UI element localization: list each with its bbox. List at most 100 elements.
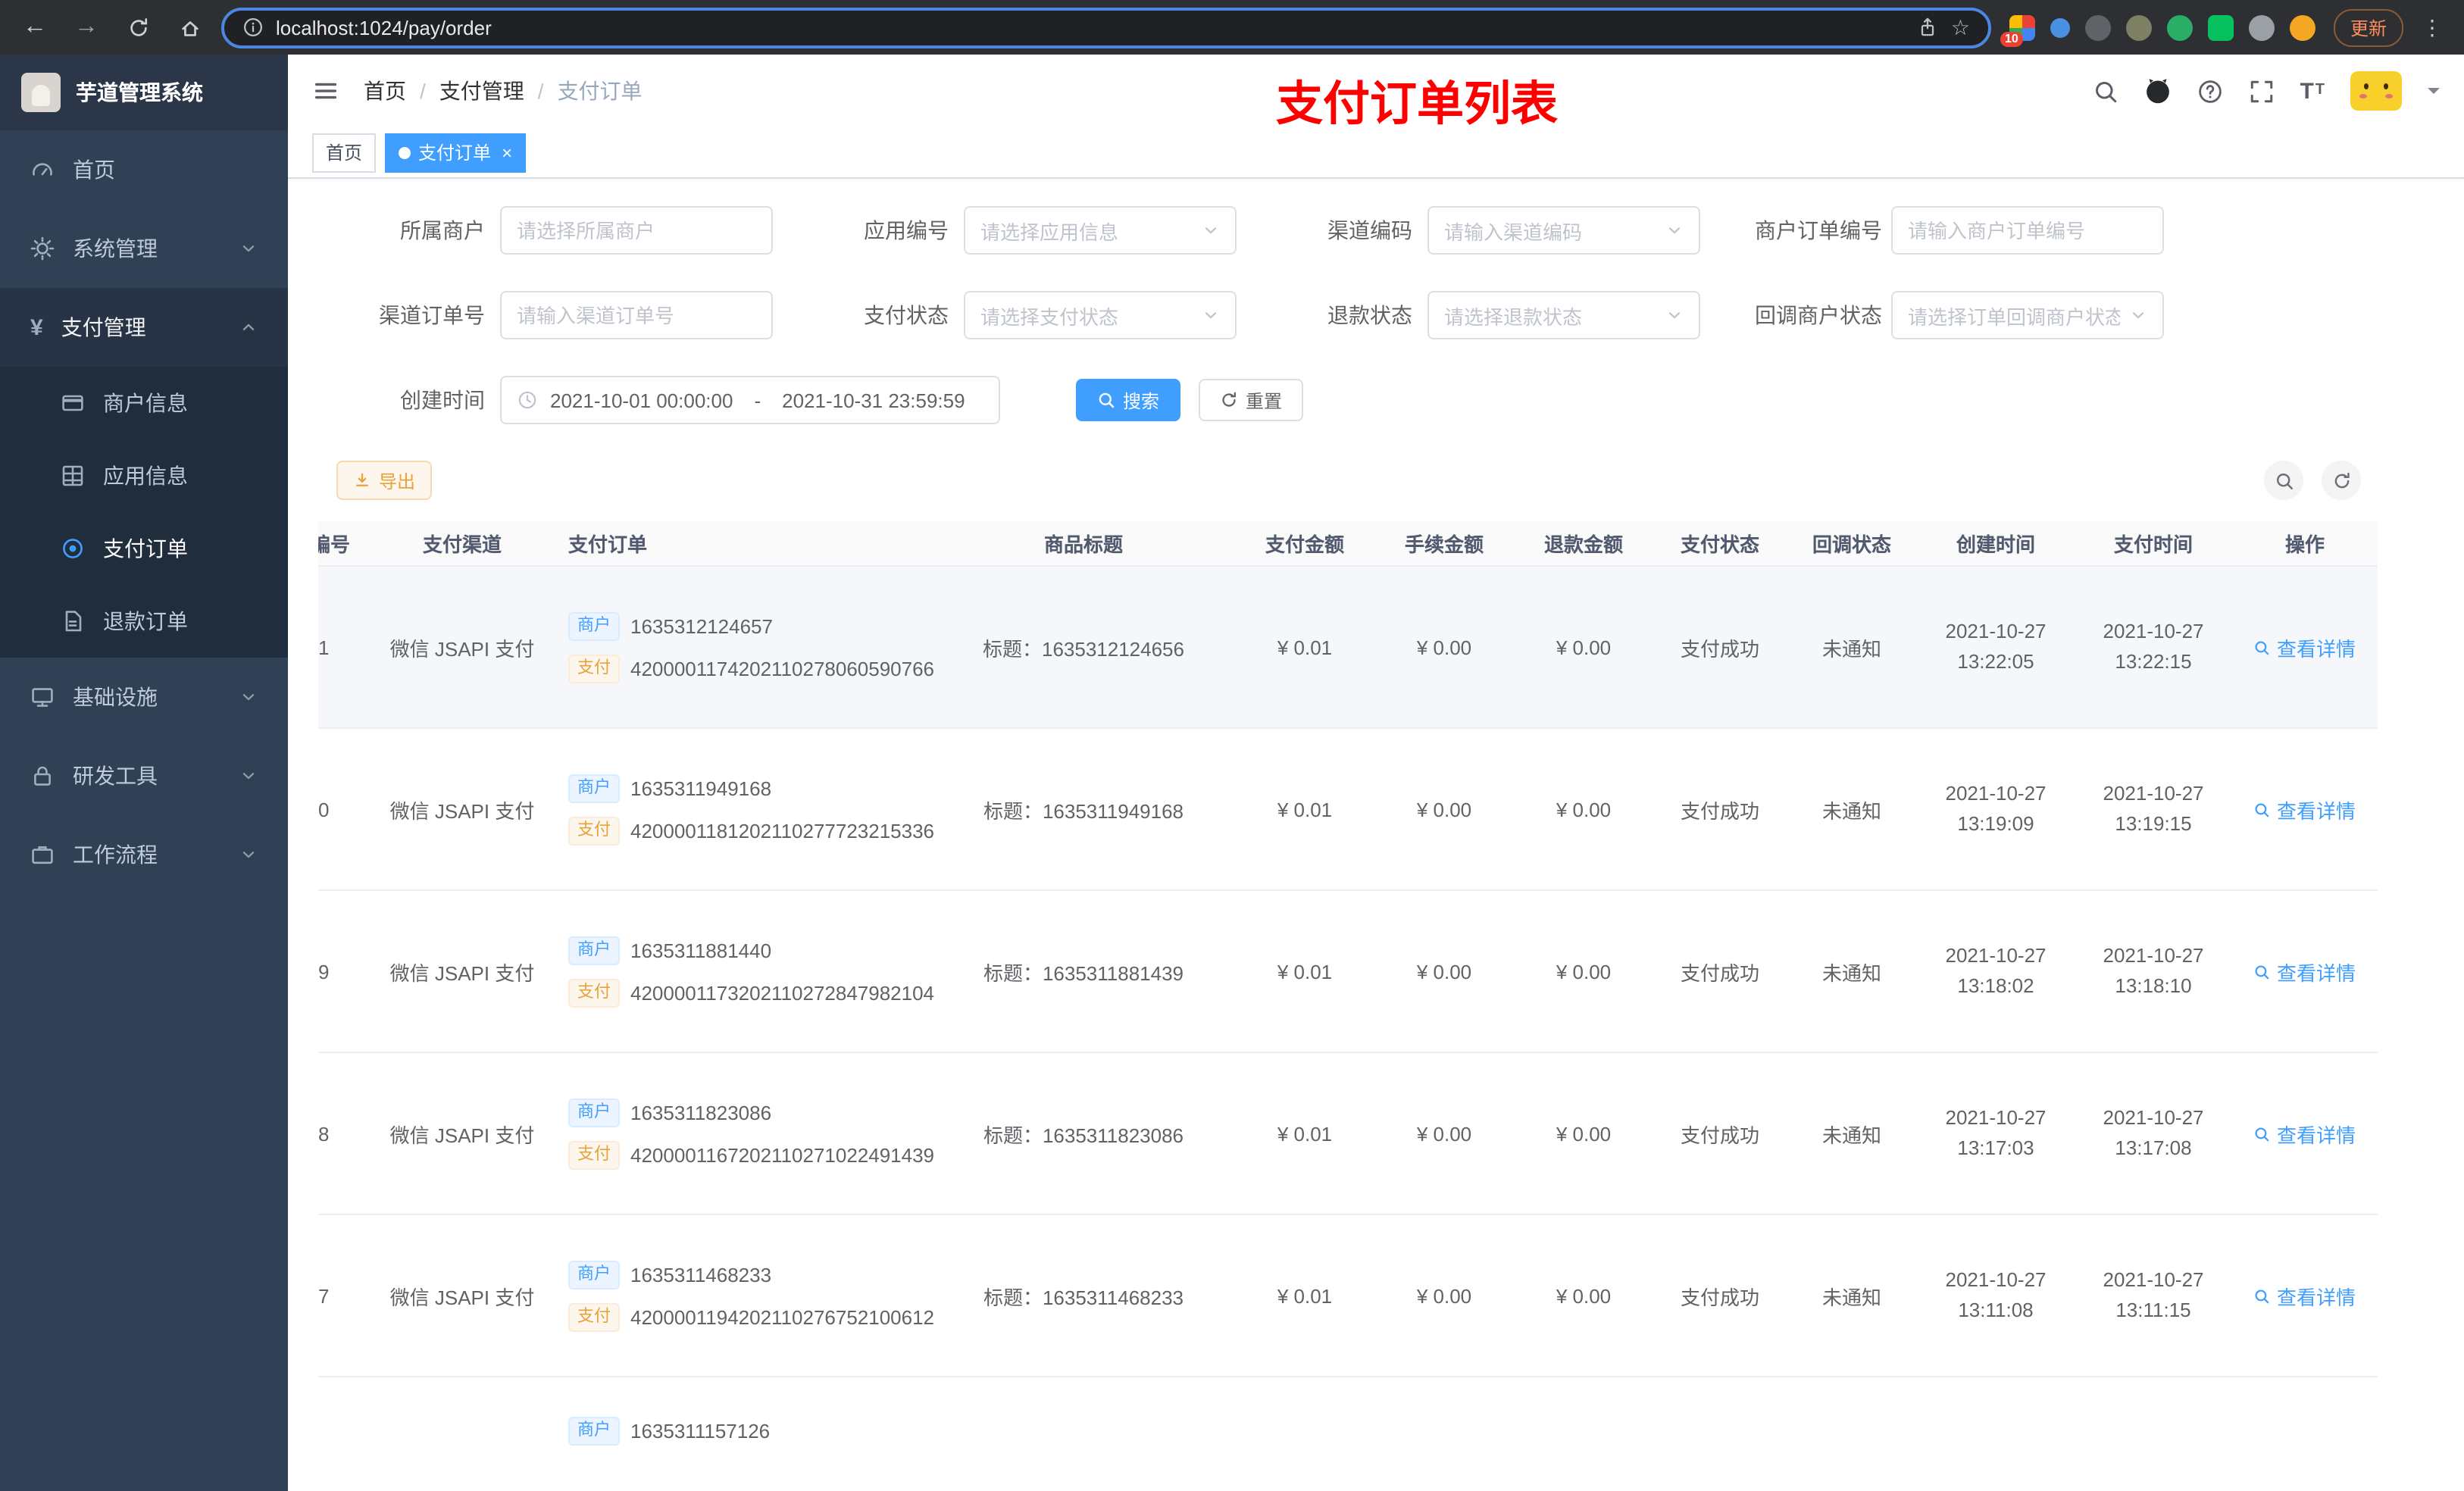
browser-home-icon[interactable] (170, 8, 209, 47)
sidebar-item-infrastructure[interactable]: 基础设施 (0, 658, 288, 736)
cell-channel: 微信 JSAPI 支付 (389, 799, 535, 822)
reset-button[interactable]: 重置 (1199, 379, 1304, 421)
table-row[interactable]: 21 微信 JSAPI 支付 商户 1635312124657 支付 4200001… (318, 567, 2378, 729)
cell-id: 20 (318, 798, 330, 821)
github-icon[interactable] (2143, 77, 2171, 105)
sidebar-toggle-icon[interactable] (312, 77, 339, 105)
col-header: 支付渠道 (422, 533, 502, 556)
view-detail-link[interactable]: 查看详情 (2254, 795, 2356, 824)
sidebar-item-pay-mgmt[interactable]: ¥ 支付管理 (0, 288, 288, 367)
view-detail-link[interactable]: 查看详情 (2254, 1281, 2356, 1310)
credit-card-icon (61, 391, 85, 415)
fullscreen-icon[interactable] (2248, 78, 2274, 104)
pay-status-select[interactable]: 请选择支付状态 (964, 291, 1237, 339)
breadcrumb-pay-mgmt[interactable]: 支付管理 (439, 76, 524, 106)
filter-callback-status: 回调商户状态 请选择订单回调商户状态 (1755, 291, 2164, 339)
avatar[interactable] (2350, 71, 2402, 111)
tag-close-icon[interactable]: × (502, 142, 512, 163)
monitor-icon (30, 685, 55, 709)
cell-fee: ¥ 0.00 (1416, 636, 1472, 658)
breadcrumb-home[interactable]: 首页 (364, 76, 406, 106)
sidebar-item-pay-order[interactable]: 支付订单 (0, 512, 288, 585)
extension-icon-blue[interactable] (2050, 17, 2070, 37)
filter-refund-status: 退款状态 请选择退款状态 (1291, 291, 1700, 339)
cell-fee: ¥ 0.00 (1416, 1284, 1472, 1307)
cell-refund: ¥ 0.00 (1556, 960, 1612, 983)
table-row[interactable]: 17 微信 JSAPI 支付 商户 1635311468233 支付 4200001… (318, 1215, 2378, 1377)
pay-tag: 支付 (568, 978, 620, 1007)
cell-notify: 未通知 (1821, 1124, 1881, 1146)
toggle-search-icon[interactable] (2264, 461, 2303, 500)
view-detail-link[interactable]: 查看详情 (2254, 957, 2356, 986)
table-row[interactable]: 商户 1635311157126 (318, 1377, 2378, 1491)
share-icon[interactable] (1918, 17, 1939, 38)
cell-amount: ¥ 0.01 (1277, 1284, 1333, 1307)
view-detail-link[interactable]: 查看详情 (2254, 1119, 2356, 1148)
channel-order-no-input[interactable] (517, 304, 756, 327)
filter-merchant: 所属商户 (364, 206, 773, 255)
cell-action: 查看详情 (2232, 957, 2378, 986)
merchant-input[interactable] (517, 219, 756, 242)
pay-tag: 支付 (568, 1302, 620, 1331)
browser-forward-icon[interactable]: → (67, 8, 106, 47)
cell-title: 标题：1635311881439 (983, 961, 1184, 984)
avatar-dropdown-caret-icon[interactable] (2428, 88, 2440, 100)
refresh-table-icon[interactable] (2322, 461, 2361, 500)
search-button[interactable]: 搜索 (1076, 379, 1181, 421)
merchant-tag: 商户 (568, 1260, 620, 1289)
callback-status-select[interactable]: 请选择订单回调商户状态 (1891, 291, 2164, 339)
font-size-icon[interactable]: TT (2300, 80, 2325, 102)
sidebar-item-home[interactable]: 首页 (0, 130, 288, 209)
extension-icon-olive[interactable] (2125, 14, 2152, 40)
cell-pay-time: 2021-10-27 13:17:08 (2103, 1106, 2204, 1159)
address-bar[interactable]: localhost:1024/pay/order ☆ (221, 7, 1991, 48)
merchant-order-no-input[interactable] (1908, 219, 2147, 242)
cell-action: 查看详情 (2232, 633, 2378, 661)
cell-amount: ¥ 0.01 (1277, 1122, 1333, 1145)
profile-emoji-icon[interactable] (2289, 14, 2315, 40)
view-detail-link[interactable]: 查看详情 (2254, 633, 2356, 661)
sidebar-item-workflow[interactable]: 工作流程 (0, 815, 288, 894)
merchant-tag: 商户 (568, 936, 620, 964)
sidebar-item-refund-order[interactable]: 退款订单 (0, 585, 288, 658)
tag-home[interactable]: 首页 (312, 133, 377, 172)
extension-icon-green-check[interactable] (2166, 14, 2193, 40)
chevron-down-icon (2129, 306, 2147, 324)
extensions-puzzle-icon[interactable] (2248, 14, 2275, 40)
cell-status: 支付成功 (1680, 1286, 1759, 1308)
sidebar-item-merchant-info[interactable]: 商户信息 (0, 367, 288, 439)
app-logo-row[interactable]: 芋道管理系统 (0, 55, 288, 130)
pay-order-no: 4200001194202110276752100612 (630, 1305, 935, 1328)
browser-refresh-icon[interactable] (118, 8, 158, 47)
table-row[interactable]: 19 微信 JSAPI 支付 商户 1635311881440 支付 4200001… (318, 891, 2378, 1053)
tag-pay-order[interactable]: 支付订单 × (385, 133, 527, 172)
cell-pay-order: 商户 1635312124657 支付 4200001174202110278060… (553, 611, 934, 683)
refund-status-select[interactable]: 请选择退款状态 (1427, 291, 1700, 339)
cell-pay-time: 2021-10-27 13:22:15 (2103, 620, 2204, 673)
bookmark-star-icon[interactable]: ☆ (1951, 14, 1970, 40)
chrome-update-button[interactable]: 更新 (2333, 8, 2403, 46)
table-row[interactable]: 18 微信 JSAPI 支付 商户 1635311823086 支付 4200001… (318, 1053, 2378, 1215)
site-info-icon[interactable] (242, 17, 264, 38)
cell-create-time: 2021-10-27 13:22:05 (1945, 620, 2047, 673)
date-range-picker[interactable]: 2021-10-01 00:00:00 - 2021-10-31 23:59:5… (500, 376, 1000, 424)
chevron-down-icon (239, 846, 258, 864)
channel-code-select[interactable]: 请输入渠道编码 (1427, 206, 1700, 255)
sidebar-item-dev-tools[interactable]: 研发工具 (0, 736, 288, 815)
extension-icon-dark[interactable] (2084, 14, 2111, 40)
cell-notify: 未通知 (1821, 637, 1881, 660)
search-icon[interactable] (2092, 78, 2118, 104)
extension-icon-colorful[interactable]: 10 (2000, 14, 2035, 46)
sidebar-item-system-mgmt[interactable]: 系统管理 (0, 209, 288, 288)
table-row[interactable]: 20 微信 JSAPI 支付 商户 1635311949168 支付 4200001… (318, 729, 2378, 891)
browser-menu-icon[interactable]: ⋮ (2416, 14, 2449, 40)
browser-back-icon[interactable]: ← (15, 8, 55, 47)
cell-amount: ¥ 0.01 (1277, 798, 1333, 821)
export-button[interactable]: 导出 (336, 461, 433, 500)
sidebar-item-app-info[interactable]: 应用信息 (0, 439, 288, 512)
help-icon[interactable] (2197, 78, 2222, 104)
extension-icon-wechat[interactable] (2207, 14, 2234, 40)
app-no-select[interactable]: 请选择应用信息 (964, 206, 1237, 255)
breadcrumb-pay-order: 支付订单 (557, 79, 643, 103)
clock-icon (517, 389, 538, 411)
